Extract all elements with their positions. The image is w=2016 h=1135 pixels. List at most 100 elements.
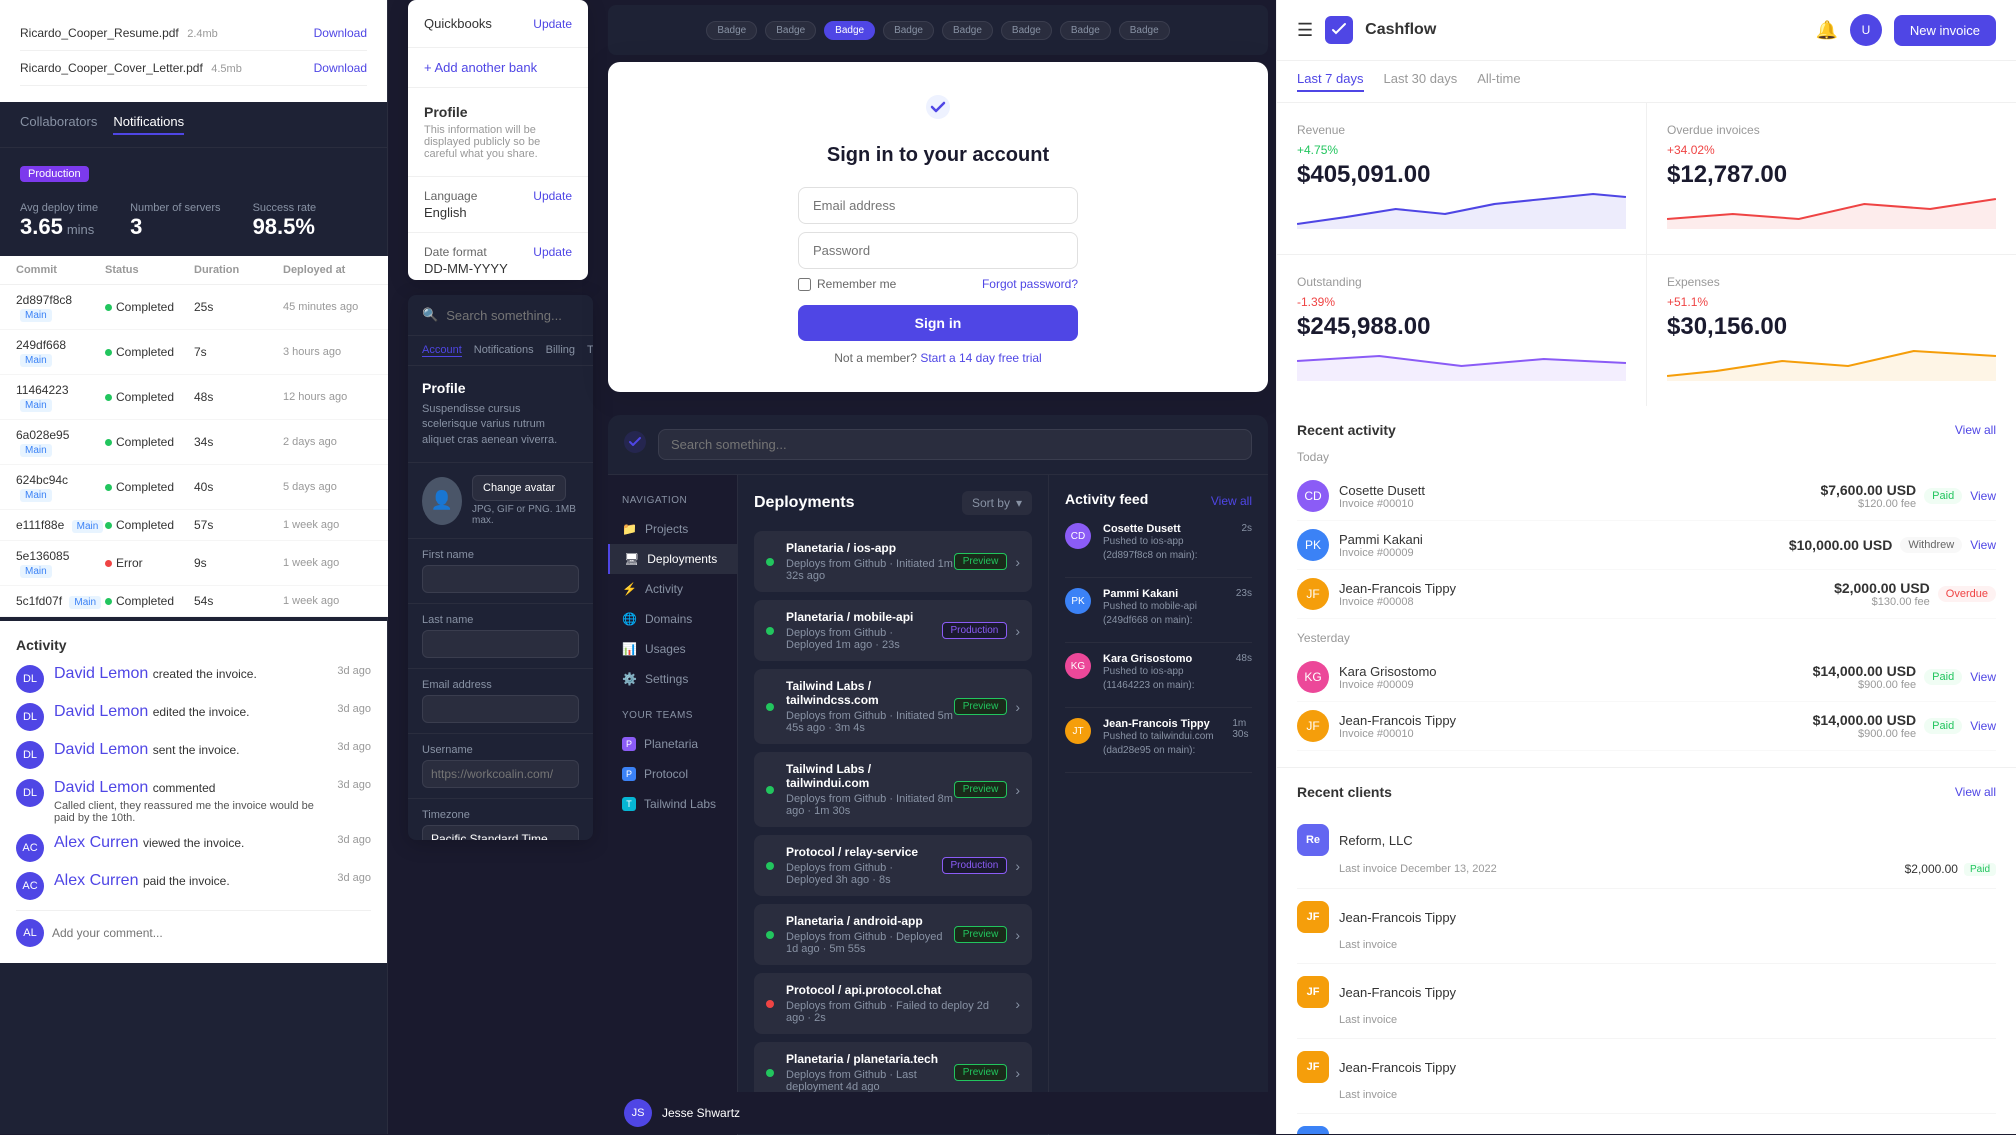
change-avatar-button[interactable]: Change avatar [472,475,566,501]
deploy-arrow-icon[interactable]: › [1015,927,1020,943]
deploy-dot [766,703,774,711]
badge-4: Badge [883,21,934,40]
list-item: KG Kara Grisostomo Pushed to ios-app (11… [1065,653,1252,708]
comment-box[interactable]: AL [16,910,371,947]
client-logo: JF [1297,901,1329,933]
last-name-input[interactable] [422,630,579,658]
tab-all-time[interactable]: All-time [1477,71,1520,92]
tx-avatar-cosette: CD [1297,480,1329,512]
list-item: Planetaria / mobile-api Deploys from Git… [754,600,1032,661]
view-all-link[interactable]: View all [1211,494,1252,508]
tx-view-kara[interactable]: View [1970,670,1996,684]
deploy-arrow-icon[interactable]: › [1015,782,1020,798]
search-bar: 🔍 [408,295,593,336]
sort-control[interactable]: Sort by ▾ [962,491,1032,515]
team-planetaria[interactable]: P Planetaria [608,729,737,759]
email-input[interactable] [798,187,1078,224]
badge-6: Badge [1001,21,1052,40]
tx-avatar-kara: KG [1297,661,1329,693]
feed-items: CD Cosette Dusett Pushed to ios-app (2d8… [1065,523,1252,773]
badge-1: Badge [706,21,757,40]
notification-icon[interactable]: 🔔 [1815,20,1837,41]
tab-billing[interactable]: Billing [546,344,575,357]
profile-dark-section: Profile Suspendisse cursus scelerisque v… [408,366,593,463]
tab-account[interactable]: Account [422,344,462,357]
deploy-arrow-icon[interactable]: › [1015,699,1020,715]
tx-view-jean2[interactable]: View [1970,719,1996,733]
forgot-password-link[interactable]: Forgot password? [982,277,1078,291]
tab-notifications[interactable]: Notifications [474,344,534,357]
user-avatar[interactable]: U [1850,14,1882,46]
username-input[interactable] [422,760,579,788]
deploy-badge: Preview [954,926,1008,943]
overdue-value: $12,787.00 [1667,161,1996,189]
tab-last-30-days[interactable]: Last 30 days [1384,71,1458,92]
activity-avatar: DL [16,703,44,731]
remember-me[interactable]: Remember me [798,277,896,291]
server-icon: 🖥 [624,552,639,566]
tab-last-7-days[interactable]: Last 7 days [1297,71,1364,92]
avatar: 👤 [422,477,462,525]
tx-status-overdue: Overdue [1938,586,1996,602]
start-trial-link[interactable]: Start a 14 day free trial [920,351,1041,365]
sidebar-item-projects[interactable]: 📁 Projects [608,514,737,544]
sidebar-item-activity[interactable]: ⚡ Activity [608,574,737,604]
deploy-arrow-icon[interactable]: › [1015,1065,1020,1081]
client-logo: Re [1297,824,1329,856]
hamburger-icon[interactable]: ☰ [1297,20,1313,41]
deploy-arrow-icon[interactable]: › [1015,858,1020,874]
new-invoice-button[interactable]: New invoice [1894,15,1996,46]
tab-collaborators[interactable]: Collaborators [20,114,97,135]
list-item: Tu Tuple Technology, Inc Last invoice Ja… [1297,1114,1996,1134]
signup-text: Not a member? Start a 14 day free trial [834,351,1041,365]
tx-view-pammi[interactable]: View [1970,538,1996,552]
tab-teams[interactable]: Teams [587,344,593,357]
deploy-search-input[interactable] [658,429,1252,460]
bank-update[interactable]: Update [533,17,572,31]
deploy-badge: Preview [954,553,1008,570]
download-cover[interactable]: Download [314,61,367,75]
stat-servers: Number of servers 3 [130,202,220,240]
sidebar-item-deployments[interactable]: 🖥 Deployments [608,544,737,574]
signin-button[interactable]: Sign in [798,305,1078,341]
tx-kara: KG Kara Grisostomo Invoice #00009 $14,00… [1297,653,1996,702]
table-row: 5e136085 Main Error 9s 1 week ago [0,541,388,586]
deploy-header-row: Deployments Sort by ▾ [754,491,1032,515]
activity-title: Activity [16,637,371,653]
deploy-arrow-icon[interactable]: › [1015,996,1020,1012]
sidebar-item-domains[interactable]: 🌐 Domains [608,604,737,634]
deploy-dot [766,1069,774,1077]
team-protocol[interactable]: P Protocol [608,759,737,789]
list-item: JF Jean-Francois Tippy Last invoice [1297,964,1996,1039]
email-input[interactable] [422,695,579,723]
add-bank-link[interactable]: + Add another bank [408,48,588,88]
search-panel: 🔍 Account Notifications Billing Teams In… [408,295,593,840]
revenue-value: $405,091.00 [1297,161,1626,189]
first-name-input[interactable] [422,565,579,593]
date-update[interactable]: Update [533,245,572,259]
timezone-field: Timezone Pacific Standard Time [408,799,593,840]
sidebar-item-settings[interactable]: ⚙️ Settings [608,664,737,694]
timezone-select[interactable]: Pacific Standard Time [422,825,579,840]
table-row: 11464223 Main Completed 48s 12 hours ago [0,375,388,420]
recent-activity-view-all[interactable]: View all [1955,423,1996,437]
tx-status-paid: Paid [1924,488,1962,504]
chart-icon: 📊 [622,642,637,656]
deploy-arrow-icon[interactable]: › [1015,554,1020,570]
sidebar-item-usages[interactable]: 📊 Usages [608,634,737,664]
recent-clients-view-all[interactable]: View all [1955,785,1996,799]
client-name: Jean-Francois Tippy [1339,985,1456,1000]
remember-checkbox[interactable] [798,278,811,291]
download-resume[interactable]: Download [314,26,367,40]
team-tailwind[interactable]: T Tailwind Labs [608,789,737,819]
deploy-arrow-icon[interactable]: › [1015,623,1020,639]
activity-feed-title: Activity feed [1065,491,1148,507]
deploy-rows: 2d897f8c8 Main Completed 25s 45 minutes … [0,285,388,617]
list-item: DL David Lemon sent the invoice. 3d ago [16,741,371,769]
comment-input[interactable] [52,926,371,940]
tx-view-cosette[interactable]: View [1970,489,1996,503]
search-input[interactable] [446,308,579,323]
tab-notifications[interactable]: Notifications [113,114,184,135]
password-input[interactable] [798,232,1078,269]
language-update[interactable]: Update [533,189,572,203]
